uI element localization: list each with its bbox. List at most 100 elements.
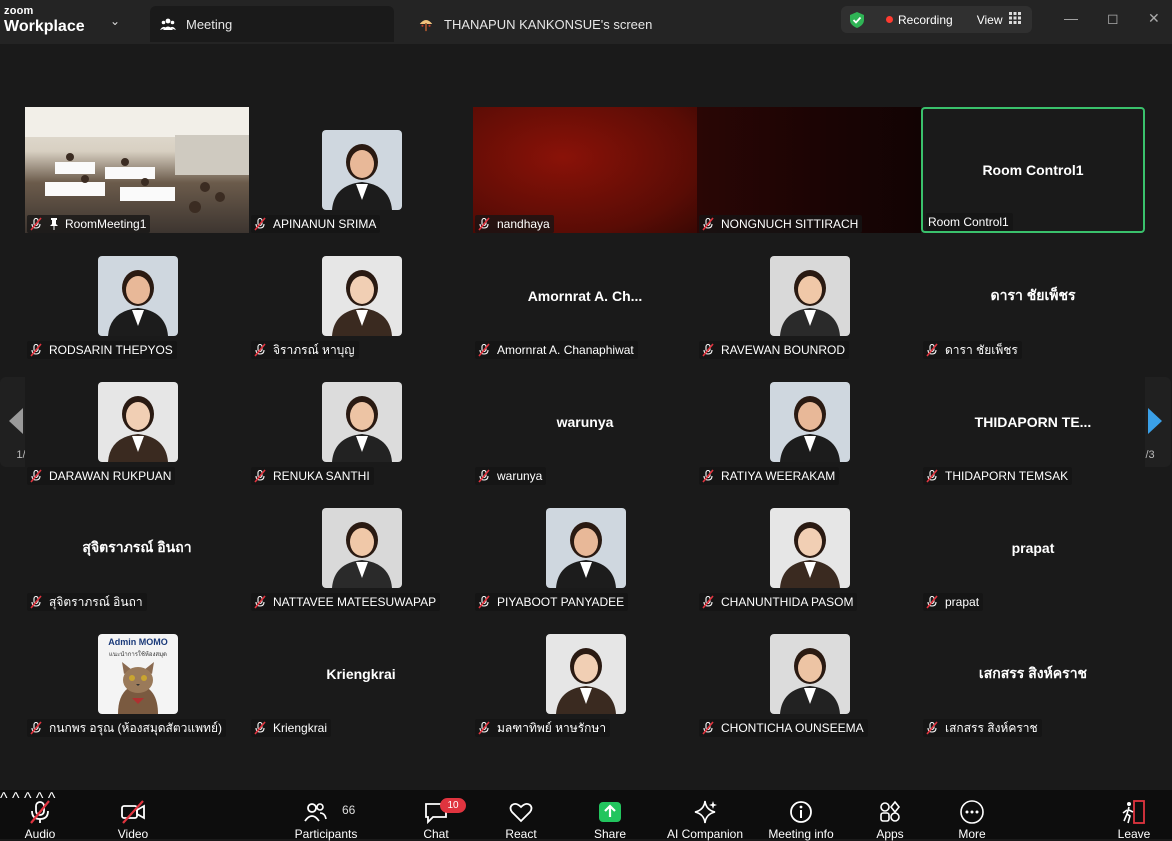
participant-tile[interactable]: สุจิตราภรณ์ อินถา สุจิตราภรณ์ อินถา (25, 485, 249, 611)
share-button[interactable]: Share (588, 790, 632, 841)
participant-tile[interactable]: PIYABOOT PANYADEE (473, 485, 697, 611)
participant-name: DARAWAN RUKPUAN (49, 469, 172, 483)
participant-tile[interactable]: DARAWAN RUKPUAN (25, 359, 249, 485)
participant-display-name: THIDAPORN TE... (974, 414, 1092, 430)
microphone-muted-icon (926, 343, 938, 357)
participant-name-label: NONGNUCH SITTIRACH (699, 215, 863, 233)
microphone-muted-icon (30, 595, 42, 609)
participant-name: RAVEWAN BOUNROD (721, 343, 846, 357)
apps-button[interactable]: Apps (870, 790, 910, 841)
view-button[interactable]: View (977, 13, 1003, 27)
participant-tile[interactable]: มลฑาทิพย์ หาษรักษา (473, 611, 697, 737)
participant-name-label: DARAWAN RUKPUAN (27, 467, 176, 485)
leave-button[interactable]: Leave (1114, 790, 1154, 841)
participant-tile[interactable]: เสกสรร สิงห์คราช เสกสรร สิงห์คราช (921, 611, 1145, 737)
participant-display-name: prapat (1011, 540, 1055, 556)
grid-view-icon[interactable] (1008, 12, 1021, 27)
participant-name: ดารา ชัยเพ็ชร (945, 342, 1018, 357)
participant-tile[interactable]: NONGNUCH SITTIRACH (697, 107, 921, 233)
avatar (322, 130, 402, 210)
react-button[interactable]: React (500, 790, 542, 841)
microphone-muted-icon (926, 721, 938, 735)
participant-name: prapat (945, 595, 980, 609)
participant-name: RoomMeeting1 (65, 217, 147, 231)
participant-name-label: มลฑาทิพย์ หาษรักษา (475, 719, 611, 737)
participant-name: RATIYA WEERAKAM (721, 469, 836, 483)
avatar (98, 256, 178, 336)
participant-tile[interactable]: nandhaya (473, 107, 697, 233)
microphone-muted-icon (478, 595, 490, 609)
participant-tile[interactable]: ดารา ชัยเพ็ชร ดารา ชัยเพ็ชร (921, 233, 1145, 359)
tab-shared-screen[interactable]: THANAPUN KANKONSUE's screen (418, 6, 652, 42)
arrow-right-icon (1148, 408, 1162, 434)
avatar: Admin MOMO แนะนำการใช้ห้องสมุด (98, 634, 178, 714)
avatar (322, 508, 402, 588)
participant-tile[interactable]: Admin MOMO แนะนำการใช้ห้องสมุด กนกพร อรุณ … (25, 611, 249, 737)
avatar (98, 382, 178, 462)
participants-button[interactable]: 66 Participants (292, 790, 360, 841)
participant-tile[interactable]: RAVEWAN BOUNROD (697, 233, 921, 359)
participant-name: RENUKA SANTHI (273, 469, 370, 483)
participant-name-label: RENUKA SANTHI (251, 467, 374, 485)
participant-tile[interactable]: Amornrat A. Ch... Amornrat A. Chanaphiwat (473, 233, 697, 359)
chevron-down-icon[interactable]: ⌄ (110, 14, 120, 28)
close-icon[interactable]: ✕ (1148, 10, 1160, 27)
participant-name: จิราภรณ์ หาบุญ (273, 342, 355, 357)
brand-workplace: Workplace (4, 18, 85, 35)
participant-tile[interactable]: THIDAPORN TE... THIDAPORN TEMSAK (921, 359, 1145, 485)
participant-tile[interactable]: RoomMeeting1 (25, 107, 249, 233)
participant-tile[interactable]: Room Control1 Room Control1 (921, 107, 1145, 233)
meeting-info-button[interactable]: Meeting info (764, 790, 838, 841)
audio-button[interactable]: Audio (14, 790, 66, 841)
participant-name: APINANUN SRIMA (273, 217, 377, 231)
participant-tile[interactable]: prapat prapat (921, 485, 1145, 611)
video-button[interactable]: Video (108, 790, 158, 841)
tab-shared-screen-label: THANAPUN KANKONSUE's screen (444, 16, 653, 32)
more-button[interactable]: More (952, 790, 992, 841)
audio-options-chevron-icon[interactable]: ^ (0, 790, 8, 807)
participant-tile[interactable]: CHANUNTHIDA PASOM (697, 485, 921, 611)
participant-name-label: RoomMeeting1 (27, 215, 151, 233)
participant-name-label: RATIYA WEERAKAM (699, 467, 840, 485)
microphone-muted-icon (478, 721, 490, 735)
participant-tile[interactable]: RATIYA WEERAKAM (697, 359, 921, 485)
maximize-icon[interactable]: ◻ (1107, 10, 1119, 27)
participant-tile[interactable]: APINANUN SRIMA (249, 107, 473, 233)
recording-label[interactable]: Recording (898, 13, 953, 27)
participant-name: NONGNUCH SITTIRACH (721, 217, 859, 231)
participant-display-name: ดารา ชัยเพ็ชร (990, 287, 1076, 303)
info-icon (790, 801, 812, 823)
participant-tile[interactable]: CHONTICHA OUNSEEMA (697, 611, 921, 737)
participant-name-label: CHANUNTHIDA PASOM (699, 593, 858, 611)
tab-meeting[interactable]: Meeting (150, 6, 394, 42)
participant-name-label: RAVEWAN BOUNROD (699, 341, 850, 359)
participant-name-label: สุจิตราภรณ์ อินถา (27, 593, 147, 611)
participant-tile[interactable]: warunya warunya (473, 359, 697, 485)
arrow-left-icon (9, 408, 23, 434)
participant-tile[interactable]: RODSARIN THEPYOS (25, 233, 249, 359)
participant-tile[interactable]: จิราภรณ์ หาบุญ (249, 233, 473, 359)
participant-name: CHANUNTHIDA PASOM (721, 595, 854, 609)
participant-display-name: Kriengkrai (326, 666, 396, 682)
participant-name-label: prapat (923, 593, 984, 611)
leave-door-icon (1122, 800, 1145, 824)
participant-name-label: THIDAPORN TEMSAK (923, 467, 1073, 485)
minimize-icon[interactable]: — (1064, 10, 1078, 26)
ai-companion-button[interactable]: AI Companion (664, 790, 746, 841)
avatar (770, 382, 850, 462)
microphone-muted-icon (926, 595, 938, 609)
meeting-status-pill: Recording View (841, 6, 1032, 33)
participant-name-label: เสกสรร สิงห์คราช (923, 719, 1042, 737)
participant-tile[interactable]: RENUKA SANTHI (249, 359, 473, 485)
participant-tile[interactable]: NATTAVEE MATEESUWAPAP (249, 485, 473, 611)
avatar (546, 634, 626, 714)
zoom-workplace-logo[interactable]: zoom Workplace (4, 6, 85, 35)
microphone-muted-icon (254, 343, 266, 357)
participant-name: warunya (497, 469, 543, 483)
microphone-muted-icon (702, 343, 714, 357)
participant-tile[interactable]: Kriengkrai Kriengkrai (249, 611, 473, 737)
participant-name: เสกสรร สิงห์คราช (945, 720, 1038, 735)
avatar (770, 508, 850, 588)
sparkle-icon (694, 800, 717, 824)
shield-check-icon[interactable] (848, 11, 866, 29)
